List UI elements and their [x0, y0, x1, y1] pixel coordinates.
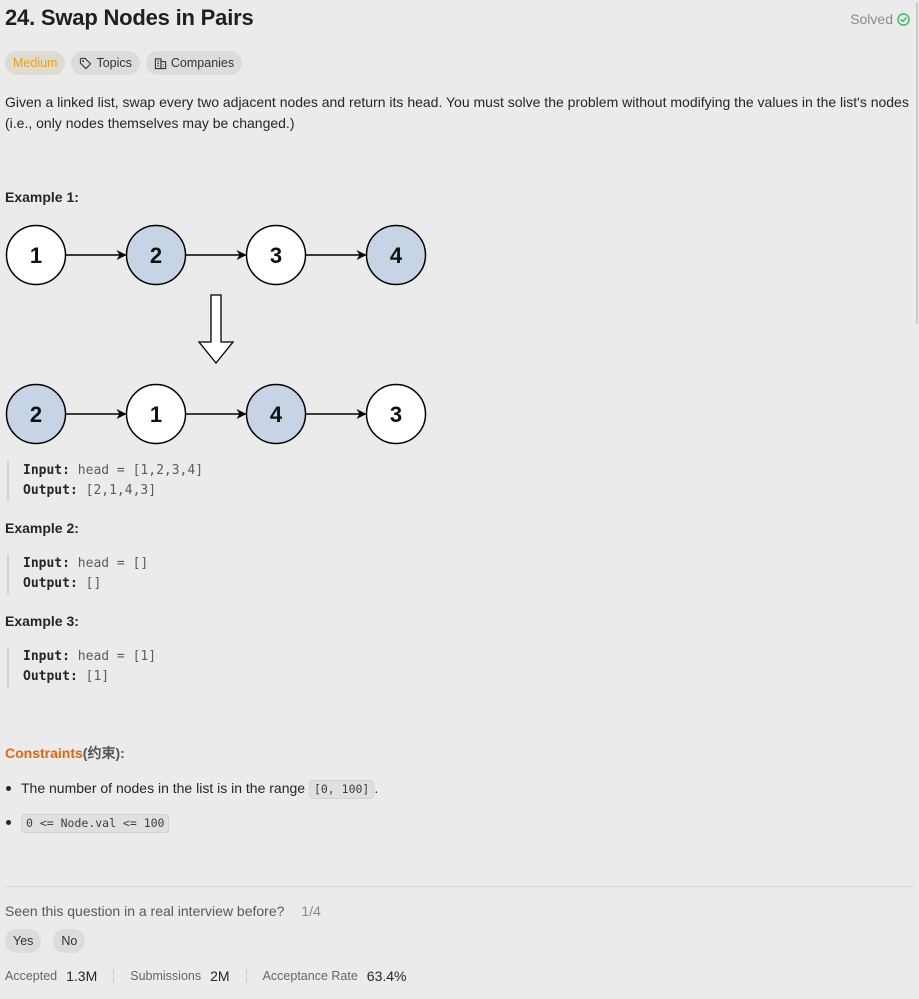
- node-value: 1: [150, 402, 162, 427]
- example-1-io: Input: head = [1,2,3,4] Output: [2,1,4,3…: [7, 461, 203, 501]
- acceptance-rate-label: Acceptance Rate: [262, 969, 358, 983]
- linked-list-after: 2 1 4 3: [5, 383, 427, 445]
- bullet: [6, 820, 11, 825]
- node-value: 4: [390, 243, 403, 268]
- constraint-item: The number of nodes in the list is in th…: [5, 778, 905, 799]
- node-value: 4: [270, 402, 283, 427]
- topics-button[interactable]: Topics: [71, 51, 140, 75]
- input-value: head = [1,2,3,4]: [77, 463, 204, 478]
- yes-button[interactable]: Yes: [5, 929, 42, 953]
- problem-description-panel: 24. Swap Nodes in Pairs Solved Medium To…: [0, 0, 919, 999]
- accepted-value: 1.3M: [66, 968, 98, 984]
- check-circle-icon: [897, 12, 910, 26]
- output-label: Output:: [23, 483, 78, 498]
- bullet: [6, 786, 11, 791]
- example-3-title: Example 3:: [5, 613, 79, 629]
- topics-label: Topics: [96, 56, 132, 70]
- node-value: 2: [30, 402, 42, 427]
- constraint-code: 0 <= Node.val <= 100: [21, 814, 170, 833]
- constraint-after: .: [374, 780, 379, 796]
- output-value: [1]: [85, 669, 110, 684]
- difficulty-label: Medium: [13, 56, 58, 70]
- constraint-text: The number of nodes in the list is in th…: [21, 780, 309, 796]
- constraint-item: 0 <= Node.val <= 100: [5, 812, 905, 833]
- tag-icon: [80, 57, 92, 69]
- solved-status: Solved: [850, 11, 910, 27]
- constraints-title-suffix: (约束):: [82, 745, 125, 761]
- companies-button[interactable]: Companies: [145, 51, 243, 75]
- interview-prompt: Seen this question in a real interview b…: [5, 903, 321, 919]
- constraints-heading: Constraints(约束):: [5, 743, 125, 763]
- acceptance-rate-value: 63.4%: [366, 968, 407, 984]
- example-1-title: Example 1:: [5, 189, 79, 205]
- constraints-list: The number of nodes in the list is in th…: [5, 778, 905, 846]
- scrollbar[interactable]: [916, 2, 918, 324]
- output-value: [2,1,4,3]: [85, 483, 157, 498]
- solved-label: Solved: [850, 11, 893, 27]
- divider: [5, 886, 913, 887]
- accepted-label: Accepted: [5, 969, 58, 983]
- node-value: 3: [390, 402, 402, 427]
- companies-label: Companies: [170, 56, 235, 70]
- submissions-label: Submissions: [130, 969, 202, 983]
- down-arrow-icon: [197, 294, 235, 365]
- problem-statement: Given a linked list, swap every two adja…: [5, 94, 909, 131]
- example-2-io: Input: head = [] Output: []: [7, 554, 148, 594]
- input-label: Input:: [23, 556, 70, 571]
- building-icon: [154, 57, 167, 69]
- node-value: 3: [270, 243, 282, 268]
- interview-count: 1/4: [301, 903, 321, 919]
- problem-title[interactable]: 24. Swap Nodes in Pairs: [5, 5, 254, 31]
- stats-bar: Accepted 1.3M Submissions 2M Acceptance …: [5, 968, 406, 984]
- input-label: Input:: [23, 649, 70, 664]
- example-2-title: Example 2:: [5, 520, 79, 536]
- stats-separator: [245, 969, 247, 983]
- difficulty-badge[interactable]: Medium: [5, 51, 66, 75]
- tag-row: Medium Topics Companies: [5, 51, 243, 75]
- submissions-value: 2M: [210, 968, 230, 984]
- input-label: Input:: [23, 463, 70, 478]
- interview-question: Seen this question in a real interview b…: [5, 903, 285, 919]
- constraint-code: [0, 100]: [308, 780, 375, 799]
- input-value: head = [1]: [77, 649, 157, 664]
- interview-answer-buttons: Yes No: [5, 929, 86, 953]
- output-label: Output:: [23, 669, 78, 684]
- constraints-title: Constraints: [5, 745, 83, 761]
- linked-list-before: 1 2 3 4: [5, 224, 427, 286]
- output-label: Output:: [23, 576, 78, 591]
- node-value: 1: [30, 243, 42, 268]
- node-value: 2: [150, 243, 162, 268]
- no-button[interactable]: No: [53, 929, 86, 953]
- linked-list-swap-diagram: 1 2 3 4 2 1 4 3: [5, 224, 427, 445]
- output-value: []: [85, 576, 102, 591]
- stats-separator: [113, 969, 115, 983]
- example-3-io: Input: head = [1] Output: [1]: [7, 647, 156, 687]
- input-value: head = []: [77, 556, 149, 571]
